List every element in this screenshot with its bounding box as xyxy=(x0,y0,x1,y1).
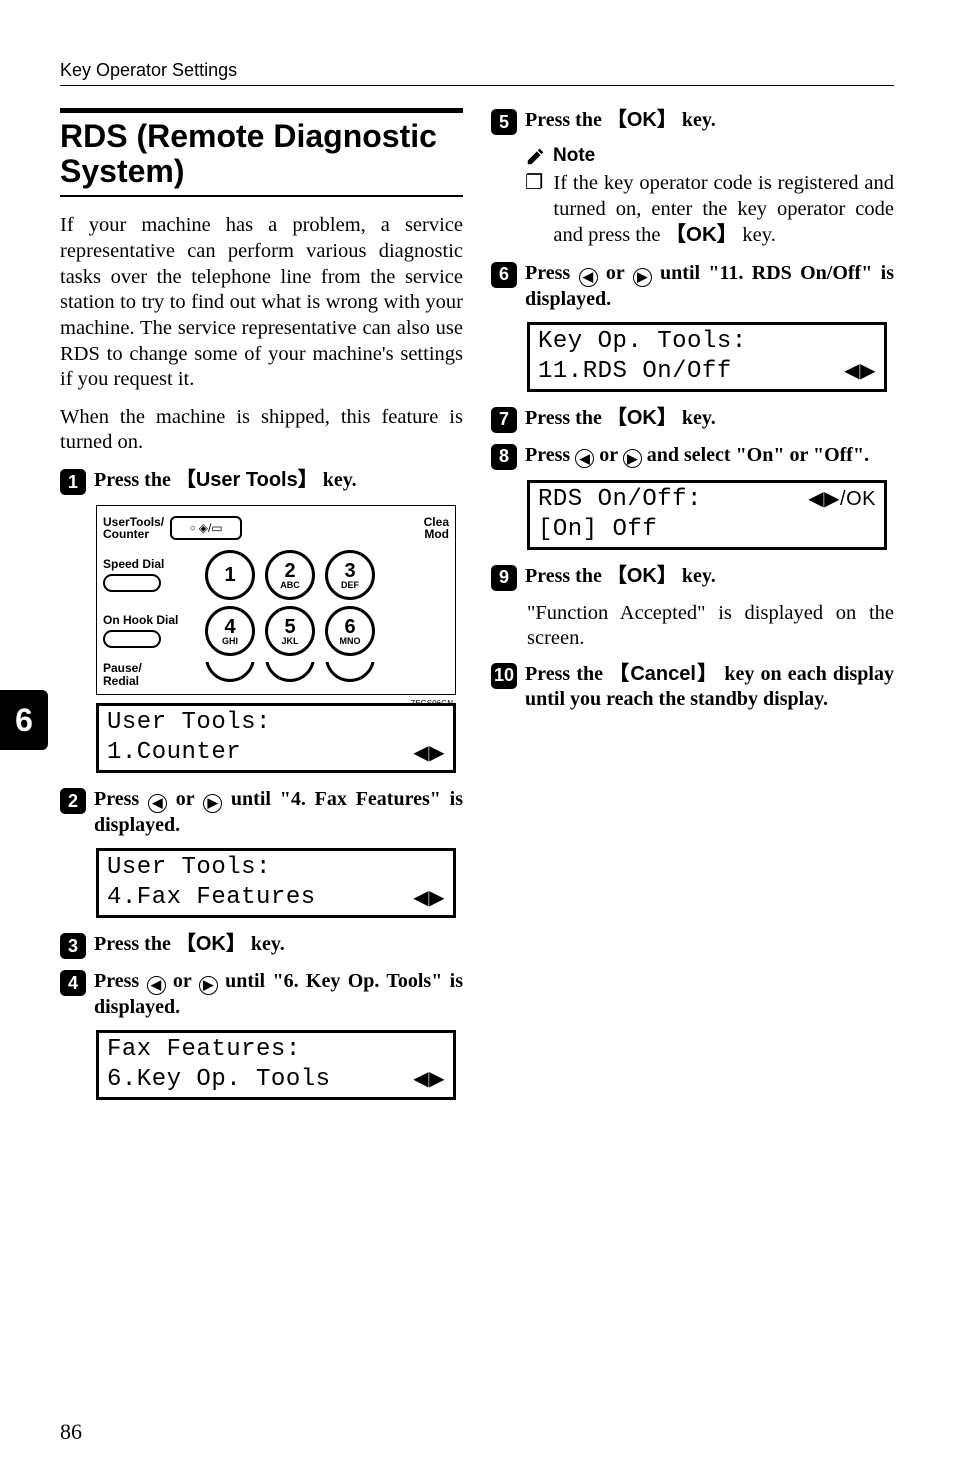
left-column: RDS (Remote Diagnostic System) If your m… xyxy=(60,108,463,1435)
step-10: 10 Press the Cancel key on each display … xyxy=(491,662,894,712)
page-number: 86 xyxy=(60,1419,82,1445)
right-arrow-icon: ▶ xyxy=(203,794,222,813)
left-arrow-icon: ◀ xyxy=(579,268,598,287)
cancel-key: Cancel xyxy=(609,663,718,685)
user-tools-key: User Tools xyxy=(176,469,318,491)
right-column: 5 Press the OK key. Note ❐ If the key op… xyxy=(491,108,894,1435)
running-header: Key Operator Settings xyxy=(60,60,894,86)
step-7: 7 Press the OK key. xyxy=(491,406,894,433)
left-arrow-icon: ◀ xyxy=(148,794,167,813)
pencil-icon xyxy=(525,145,547,167)
keypad-illustration: UserTools/ Counter ○ ◈/▭ Clea Mod Speed … xyxy=(96,505,456,695)
lcd-rds-onoff-menu: Key Op. Tools: 11.RDS On/Off◀▶ xyxy=(527,322,887,392)
lcd-user-tools-counter: User Tools: 1.Counter◀▶ xyxy=(96,703,456,773)
step-1: 1 Press the User Tools key. xyxy=(60,468,463,495)
left-arrow-icon: ◀ xyxy=(575,449,594,468)
step-5: 5 Press the OK key. xyxy=(491,108,894,135)
ok-key: OK xyxy=(176,933,246,955)
step-2: 2 Press ◀ or ▶ until "4. Fax Features" i… xyxy=(60,787,463,838)
intro-para-2: When the machine is shipped, this featur… xyxy=(60,405,463,456)
lcd-fax-features: User Tools: 4.Fax Features◀▶ xyxy=(96,848,456,918)
left-arrow-icon: ◀ xyxy=(147,976,166,995)
intro-para-1: If your machine has a problem, a service… xyxy=(60,213,463,392)
step-3: 3 Press the OK key. xyxy=(60,932,463,959)
right-arrow-icon: ▶ xyxy=(623,449,642,468)
chapter-tab: 6 xyxy=(0,690,48,750)
right-arrow-icon: ▶ xyxy=(633,268,652,287)
step-6: 6 Press ◀ or ▶ until "11. RDS On/Off" is… xyxy=(491,261,894,312)
note-item: ❐ If the key operator code is registered… xyxy=(525,171,894,249)
note-heading: Note xyxy=(525,145,894,167)
right-arrow-icon: ▶ xyxy=(199,976,218,995)
section-title: RDS (Remote Diagnostic System) xyxy=(60,119,463,189)
ok-key: OK xyxy=(607,109,677,131)
step-9: 9 Press the OK key. xyxy=(491,564,894,591)
ok-key: OK xyxy=(607,565,677,587)
step-4: 4 Press ◀ or ▶ until "6. Key Op. Tools" … xyxy=(60,969,463,1020)
ok-key: OK xyxy=(666,223,738,246)
lcd-rds-onoff-select: RDS On/Off:◀▶/OK [On] Off xyxy=(527,480,887,550)
lcd-key-op-tools: Fax Features: 6.Key Op. Tools◀▶ xyxy=(96,1030,456,1100)
function-accepted-text: "Function Accepted" is displayed on the … xyxy=(527,601,894,652)
step-8: 8 Press ◀ or ▶ and select "On" or "Off". xyxy=(491,443,894,470)
user-tools-counter-button: ○ ◈/▭ xyxy=(170,516,242,540)
ok-key: OK xyxy=(607,407,677,429)
